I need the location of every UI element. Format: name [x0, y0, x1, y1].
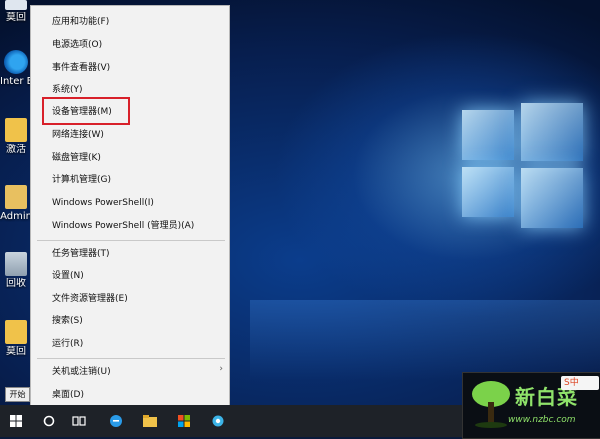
menu-item-computer-mgmt[interactable]: 计算机管理(G)	[52, 174, 111, 186]
menu-item-apps-features[interactable]: 应用和功能(F)	[52, 16, 109, 28]
menu-item-disk-management[interactable]: 磁盘管理(K)	[52, 152, 101, 164]
store-icon	[178, 415, 190, 427]
highlight-box	[42, 97, 130, 125]
wallpaper-light-beam	[250, 300, 600, 380]
tree-logo-icon	[472, 381, 510, 428]
internet-explorer-icon	[110, 415, 122, 427]
taskbar-store-button[interactable]	[172, 408, 196, 434]
submenu-arrow-icon: ›	[219, 364, 223, 374]
desktop-icon[interactable]: 莫回	[0, 320, 32, 357]
menu-item-shutdown[interactable]: 关机或注销(U)	[52, 366, 111, 378]
app-icon	[212, 415, 224, 427]
watermark-url: www.nzbc.com	[508, 415, 576, 425]
menu-item-run[interactable]: 运行(R)	[52, 338, 83, 350]
menu-separator	[37, 240, 225, 241]
folder-icon	[143, 415, 157, 427]
taskbar-file-explorer-button[interactable]	[138, 408, 162, 434]
menu-item-task-manager[interactable]: 任务管理器(T)	[52, 248, 110, 260]
desktop-icon-label: Inter Explo	[0, 76, 32, 87]
cortana-button[interactable]	[38, 408, 60, 434]
desktop-icon-label: 回收	[6, 278, 26, 289]
site-watermark: 新白菜 www.nzbc.com S中	[462, 372, 600, 439]
desktop-icon-label: 激活	[6, 144, 26, 155]
taskbar-app-button[interactable]	[206, 408, 230, 434]
desktop-icon[interactable]: 莫回	[0, 0, 32, 23]
desktop-icon-label: 莫回	[6, 346, 26, 357]
cortana-circle-icon	[43, 415, 55, 427]
menu-item-network[interactable]: 网络连接(W)	[52, 129, 104, 141]
windows-start-icon	[10, 415, 22, 427]
menu-item-event-viewer[interactable]: 事件查看器(V)	[52, 62, 110, 74]
ime-badge: S中	[561, 376, 599, 390]
desktop-icon[interactable]: 激活	[0, 118, 32, 155]
task-view-icon	[72, 416, 86, 426]
menu-item-system[interactable]: 系统(Y)	[52, 84, 83, 96]
desktop-icon-label: 莫回	[6, 12, 26, 23]
task-view-button[interactable]	[68, 408, 90, 434]
desktop-icon-label: Admin	[0, 211, 32, 222]
menu-item-powershell[interactable]: Windows PowerShell(I)	[52, 197, 154, 209]
internet-explorer-icon[interactable]: Inter Explo	[0, 50, 32, 87]
menu-item-search[interactable]: 搜索(S)	[52, 315, 83, 327]
menu-item-file-explorer[interactable]: 文件资源管理器(E)	[52, 293, 128, 305]
admin-folder-icon[interactable]: Admin	[0, 185, 32, 222]
menu-item-desktop[interactable]: 桌面(D)	[52, 389, 84, 401]
start-tooltip: 开始	[5, 387, 30, 402]
winx-context-menu: 应用和功能(F) 电源选项(O) 事件查看器(V) 系统(Y) 设备管理器(M)…	[30, 5, 230, 410]
start-button[interactable]	[4, 408, 28, 434]
menu-item-power-options[interactable]: 电源选项(O)	[52, 39, 102, 51]
recycle-bin-icon[interactable]: 回收	[0, 252, 32, 289]
taskbar-ie-button[interactable]	[104, 408, 128, 434]
menu-item-settings[interactable]: 设置(N)	[52, 270, 84, 282]
menu-item-powershell-admin[interactable]: Windows PowerShell (管理员)(A)	[52, 220, 194, 232]
menu-separator	[37, 358, 225, 359]
